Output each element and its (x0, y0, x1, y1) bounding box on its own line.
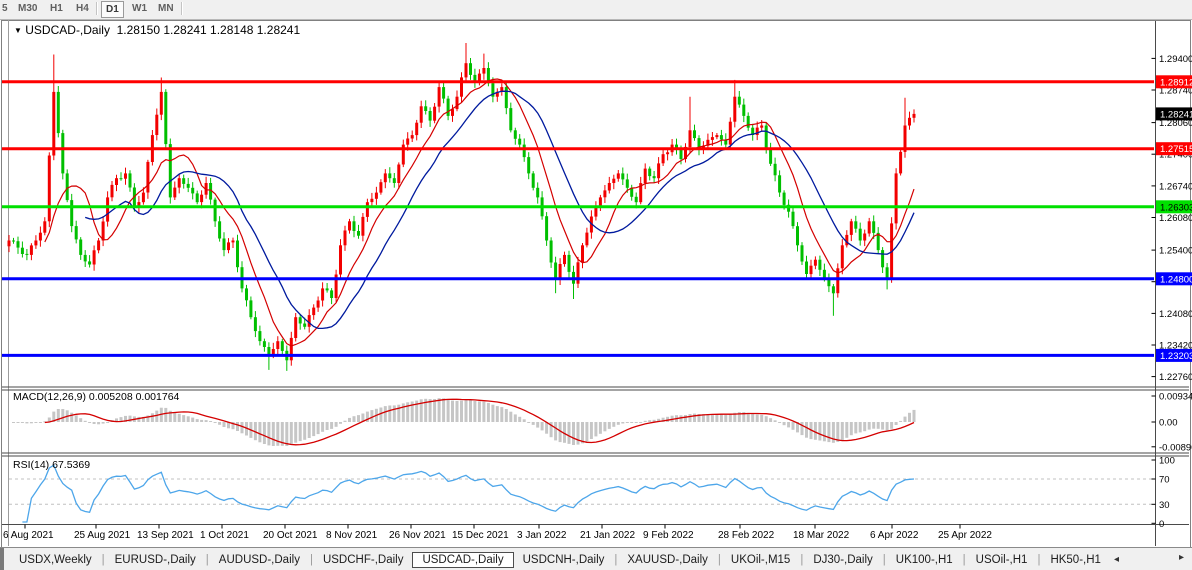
svg-text:21 Jan 2022: 21 Jan 2022 (580, 530, 635, 541)
tab-uk100-h1[interactable]: UK100-,H1 (887, 552, 962, 568)
tab-usdx-weekly[interactable]: USDX,Weekly (10, 552, 101, 568)
macd-histogram (12, 398, 916, 446)
chart-ohlc-values: 1.28150 1.28241 1.28148 1.28241 (116, 23, 301, 37)
macd-values: 0.005208 0.001764 (88, 391, 180, 403)
svg-text:0.00: 0.00 (1159, 418, 1178, 429)
svg-text:1.24080: 1.24080 (1159, 309, 1192, 320)
svg-text:9 Feb 2022: 9 Feb 2022 (643, 530, 694, 541)
symbol-dropdown-icon[interactable]: ▼ (14, 26, 22, 35)
mt4-app-window: 5 M30 H1 H4 D1 W1 MN 1.29400 1.28740 1.280… (0, 0, 1192, 570)
time-axis[interactable]: 6 Aug 2021 25 Aug 2021 13 Sep 2021 1 Oct 20… (3, 524, 992, 542)
rsi-label: RSI(14) 67.5369 (13, 459, 90, 471)
tab-usdchf-daily[interactable]: USDCHF-,Daily (314, 552, 413, 568)
price-axis[interactable]: 1.294001.287401.280601.274001.267401.260… (1151, 54, 1192, 530)
tab-xauusd-daily[interactable]: XAUUSD-,Daily (618, 552, 717, 568)
svg-text:-0.00890: -0.00890 (1159, 442, 1192, 453)
svg-text:6 Apr 2022: 6 Apr 2022 (870, 530, 919, 541)
macd-label: MACD(12,26,9) 0.005208 0.001764 (13, 391, 179, 403)
svg-text:1.27515: 1.27515 (1160, 144, 1192, 155)
svg-text:1.24800: 1.24800 (1160, 274, 1192, 285)
svg-text:6 Aug 2021: 6 Aug 2021 (3, 530, 54, 541)
tab-eurusd-daily[interactable]: EURUSD-,Daily (106, 552, 205, 568)
svg-text:1.28241: 1.28241 (1160, 109, 1192, 120)
svg-text:25 Aug 2021: 25 Aug 2021 (74, 530, 131, 541)
rsi-name: RSI(14) (13, 459, 50, 471)
svg-text:20 Oct 2021: 20 Oct 2021 (263, 530, 318, 541)
svg-text:1 Oct 2021: 1 Oct 2021 (200, 530, 249, 541)
svg-text:100: 100 (1159, 456, 1175, 467)
ma-fast-line (44, 78, 915, 347)
tab-scroll-right-icon[interactable]: ▸ (1175, 552, 1188, 563)
svg-text:15 Dec 2021: 15 Dec 2021 (452, 530, 509, 541)
svg-text:1.26740: 1.26740 (1159, 181, 1192, 192)
svg-text:1.26080: 1.26080 (1159, 213, 1192, 224)
panel-dividers (2, 21, 1189, 546)
svg-text:1.29400: 1.29400 (1159, 54, 1192, 65)
chart-canvas[interactable]: 1.294001.287401.280601.274001.267401.260… (0, 0, 1192, 570)
svg-text:26 Nov 2021: 26 Nov 2021 (389, 530, 446, 541)
tab-usdcad-daily[interactable]: USDCAD-,Daily (412, 551, 514, 568)
tab-usdcnh-daily[interactable]: USDCNH-,Daily (514, 552, 614, 568)
tab-audusd-daily[interactable]: AUDUSD-,Daily (210, 552, 309, 568)
tab-ukoil-m15[interactable]: UKOil-,M15 (722, 552, 799, 568)
tab-dj30-daily[interactable]: DJ30-,Daily (804, 552, 881, 568)
svg-text:1.25400: 1.25400 (1159, 246, 1192, 257)
svg-text:0: 0 (1159, 519, 1164, 530)
tab-hk50-h1[interactable]: HK50-,H1 (1041, 552, 1110, 568)
macd-name: MACD(12,26,9) (13, 391, 86, 403)
svg-text:1.28912: 1.28912 (1160, 77, 1192, 88)
svg-text:0.009345: 0.009345 (1159, 392, 1192, 403)
svg-text:70: 70 (1159, 475, 1170, 486)
svg-text:1.23203: 1.23203 (1160, 351, 1192, 362)
rsi-value: 67.5369 (52, 459, 91, 471)
tab-strip-left-edge (0, 548, 4, 570)
tab-usoil-h1[interactable]: USOil-,H1 (967, 552, 1037, 568)
chart-symbol-period: USDCAD-,Daily (25, 23, 110, 37)
svg-text:3 Jan 2022: 3 Jan 2022 (517, 530, 567, 541)
svg-text:25 Apr 2022: 25 Apr 2022 (938, 530, 992, 541)
svg-text:13 Sep 2021: 13 Sep 2021 (137, 530, 194, 541)
svg-text:30: 30 (1159, 500, 1170, 511)
tab-scroll-left-icon[interactable]: ◂ (1110, 554, 1123, 565)
svg-text:28 Feb 2022: 28 Feb 2022 (718, 530, 775, 541)
rsi-line (22, 464, 915, 523)
svg-text:1.22760: 1.22760 (1159, 372, 1192, 383)
svg-text:1.26303: 1.26303 (1160, 202, 1192, 213)
chart-title[interactable]: ▼ USDCAD-,Daily 1.28150 1.28241 1.28148 … (14, 23, 300, 37)
symbol-tab-bar: USDX,Weekly | EURUSD-,Daily | AUDUSD-,Daily |… (0, 547, 1192, 570)
svg-text:18 Mar 2022: 18 Mar 2022 (793, 530, 850, 541)
svg-text:8 Nov 2021: 8 Nov 2021 (326, 530, 378, 541)
